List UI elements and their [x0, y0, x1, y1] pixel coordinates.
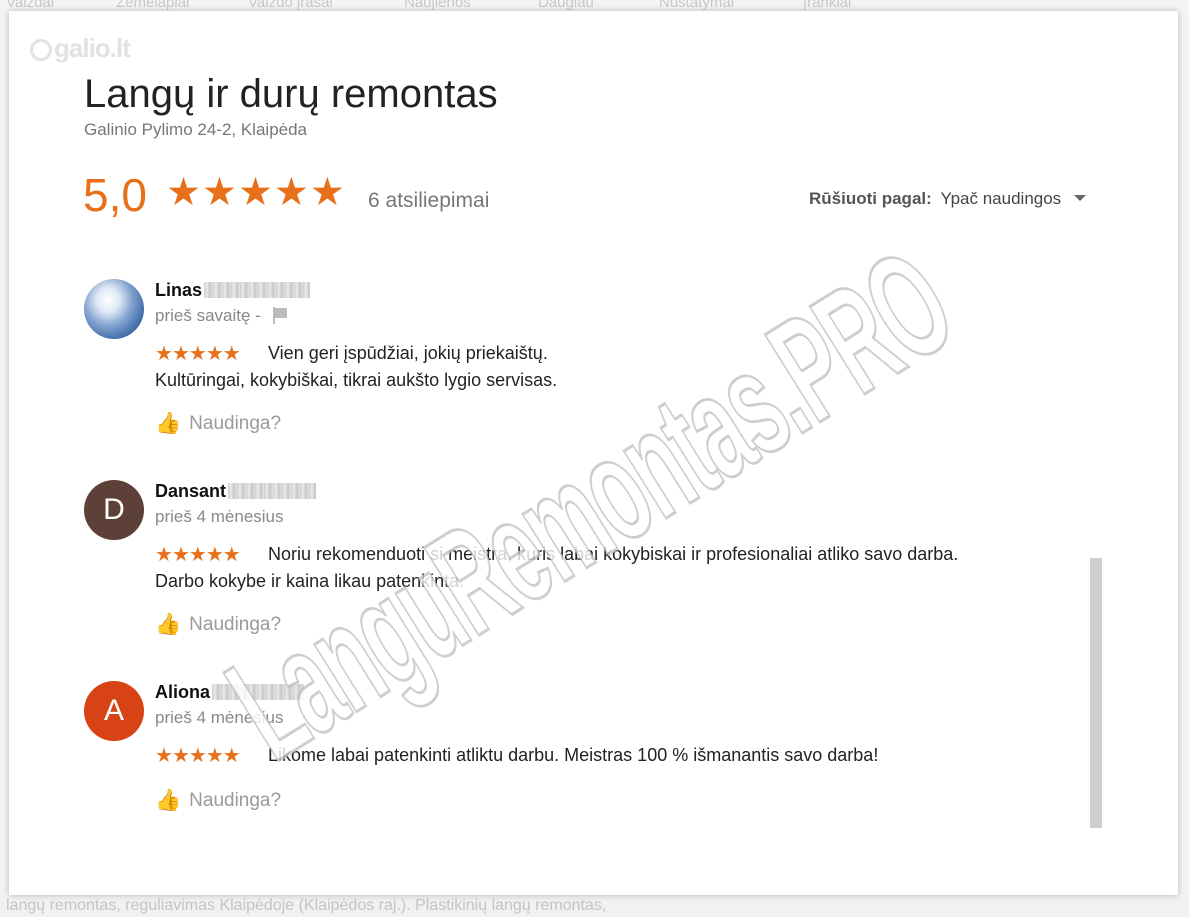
background-footer: langų remontas, reguliavimas Klaipėdoje …	[0, 895, 1189, 917]
star-icon: ★	[188, 544, 207, 566]
star-icon: ★	[155, 745, 173, 767]
reviewer-name: Dansant	[155, 481, 227, 501]
helpful-button[interactable]: 👍 Naudinga?	[155, 412, 281, 436]
bg-nav-item: Daugiau	[538, 0, 594, 11]
thumbs-up-icon: 👍	[155, 789, 182, 812]
star-icon: ★	[171, 343, 190, 365]
review-text: Likome labai patenkinti atliktu darbu. M…	[268, 745, 879, 765]
star-icon: ★	[222, 343, 241, 365]
helpful-button[interactable]: 👍 Naudinga?	[155, 613, 281, 637]
review-stars: ★★★★★	[155, 743, 241, 768]
review-time: prieš 4 mėnesius	[155, 507, 284, 527]
blurred-surname	[204, 282, 311, 298]
helpful-label: Naudinga?	[189, 614, 282, 635]
reviewer-name: Aliona	[155, 682, 211, 702]
blurred-surname	[228, 483, 317, 499]
star-icon: ★	[205, 343, 224, 365]
scrollbar[interactable]	[1090, 558, 1102, 828]
flag-icon[interactable]	[272, 307, 287, 324]
reviewer-name-link[interactable]: Aliona	[155, 682, 305, 703]
sort-label: Rūšiuoti pagal:	[809, 189, 932, 208]
review-text: Noriu rekomenduoti si meistra, kuris lab…	[268, 544, 959, 564]
reviews-dialog: galio.lt Langų ir durų remontas Galinio …	[9, 11, 1178, 895]
logo-text: galio.lt	[54, 33, 131, 63]
review-text-line2: Darbo kokybe ir kaina likau patenkinta.	[155, 571, 465, 591]
sort-dropdown[interactable]: Rūšiuoti pagal: Ypač naudingos	[809, 189, 1086, 209]
rating-value: 5,0	[83, 169, 147, 221]
review-stars: ★★★★★	[155, 341, 241, 366]
review-time-text: prieš 4 mėnesius	[155, 507, 284, 526]
star-icon: ★	[237, 171, 274, 214]
star-icon: ★	[155, 544, 173, 566]
avatar[interactable]: A	[84, 681, 144, 741]
reviewer-name: Linas	[155, 280, 203, 300]
helpful-label: Naudinga?	[189, 413, 282, 434]
caret-down-icon	[1073, 195, 1086, 201]
review-stars: ★★★★★	[155, 542, 241, 567]
star-icon: ★	[222, 745, 241, 767]
review-time: prieš 4 mėnesius	[155, 708, 284, 728]
background-right	[1178, 14, 1189, 895]
bg-nav-item: Naujienos	[404, 0, 471, 11]
star-icon: ★	[201, 171, 238, 214]
bg-nav-item: Vaizdai	[6, 0, 55, 11]
background-left	[0, 14, 9, 895]
logo-ring-icon	[30, 39, 52, 61]
star-icon: ★	[188, 745, 207, 767]
rating-stars: ★★★★★	[166, 170, 346, 215]
star-icon: ★	[188, 343, 207, 365]
review-text-line2: Kultūringai, kokybiškai, tikrai aukšto l…	[155, 370, 558, 390]
blurred-surname	[212, 684, 305, 700]
bg-footer-text: langų remontas, reguliavimas Klaipėdoje …	[6, 897, 607, 914]
star-icon: ★	[171, 544, 190, 566]
avatar[interactable]	[84, 279, 144, 339]
bg-nav-item: Įrankiai	[803, 0, 852, 11]
review-text: Vien geri įspūdžiai, jokių priekaištų.	[268, 343, 548, 363]
review-time-text: prieš 4 mėnesius	[155, 708, 284, 727]
bg-nav-item: Nustatymai	[659, 0, 735, 11]
star-icon: ★	[171, 745, 190, 767]
helpful-button[interactable]: 👍 Naudinga?	[155, 789, 281, 813]
star-icon: ★	[222, 544, 241, 566]
star-icon: ★	[205, 745, 224, 767]
star-icon: ★	[273, 171, 310, 214]
thumbs-up-icon: 👍	[155, 613, 182, 636]
avatar[interactable]: D	[84, 480, 144, 540]
galio-logo: galio.lt	[30, 33, 131, 64]
sort-value: Ypač naudingos	[940, 189, 1062, 208]
review-count-link[interactable]: 6 atsiliepimai	[368, 189, 489, 213]
star-icon: ★	[166, 171, 202, 214]
star-icon: ★	[205, 544, 224, 566]
star-icon: ★	[309, 171, 346, 214]
bg-nav-item: Vaizdo įrašai	[248, 0, 333, 11]
reviewer-name-link[interactable]: Dansant	[155, 481, 317, 502]
thumbs-up-icon: 👍	[155, 412, 182, 435]
business-title: Langų ir durų remontas	[84, 72, 498, 116]
reviewer-name-link[interactable]: Linas	[155, 280, 311, 301]
business-address: Galinio Pylimo 24-2, Klaipėda	[84, 120, 308, 139]
review-time: prieš savaitę -	[155, 306, 287, 326]
bg-nav-item: Žemėlapiai	[116, 0, 190, 11]
star-icon: ★	[155, 343, 173, 365]
review-time-text: prieš savaitę -	[155, 306, 261, 325]
helpful-label: Naudinga?	[189, 790, 282, 811]
